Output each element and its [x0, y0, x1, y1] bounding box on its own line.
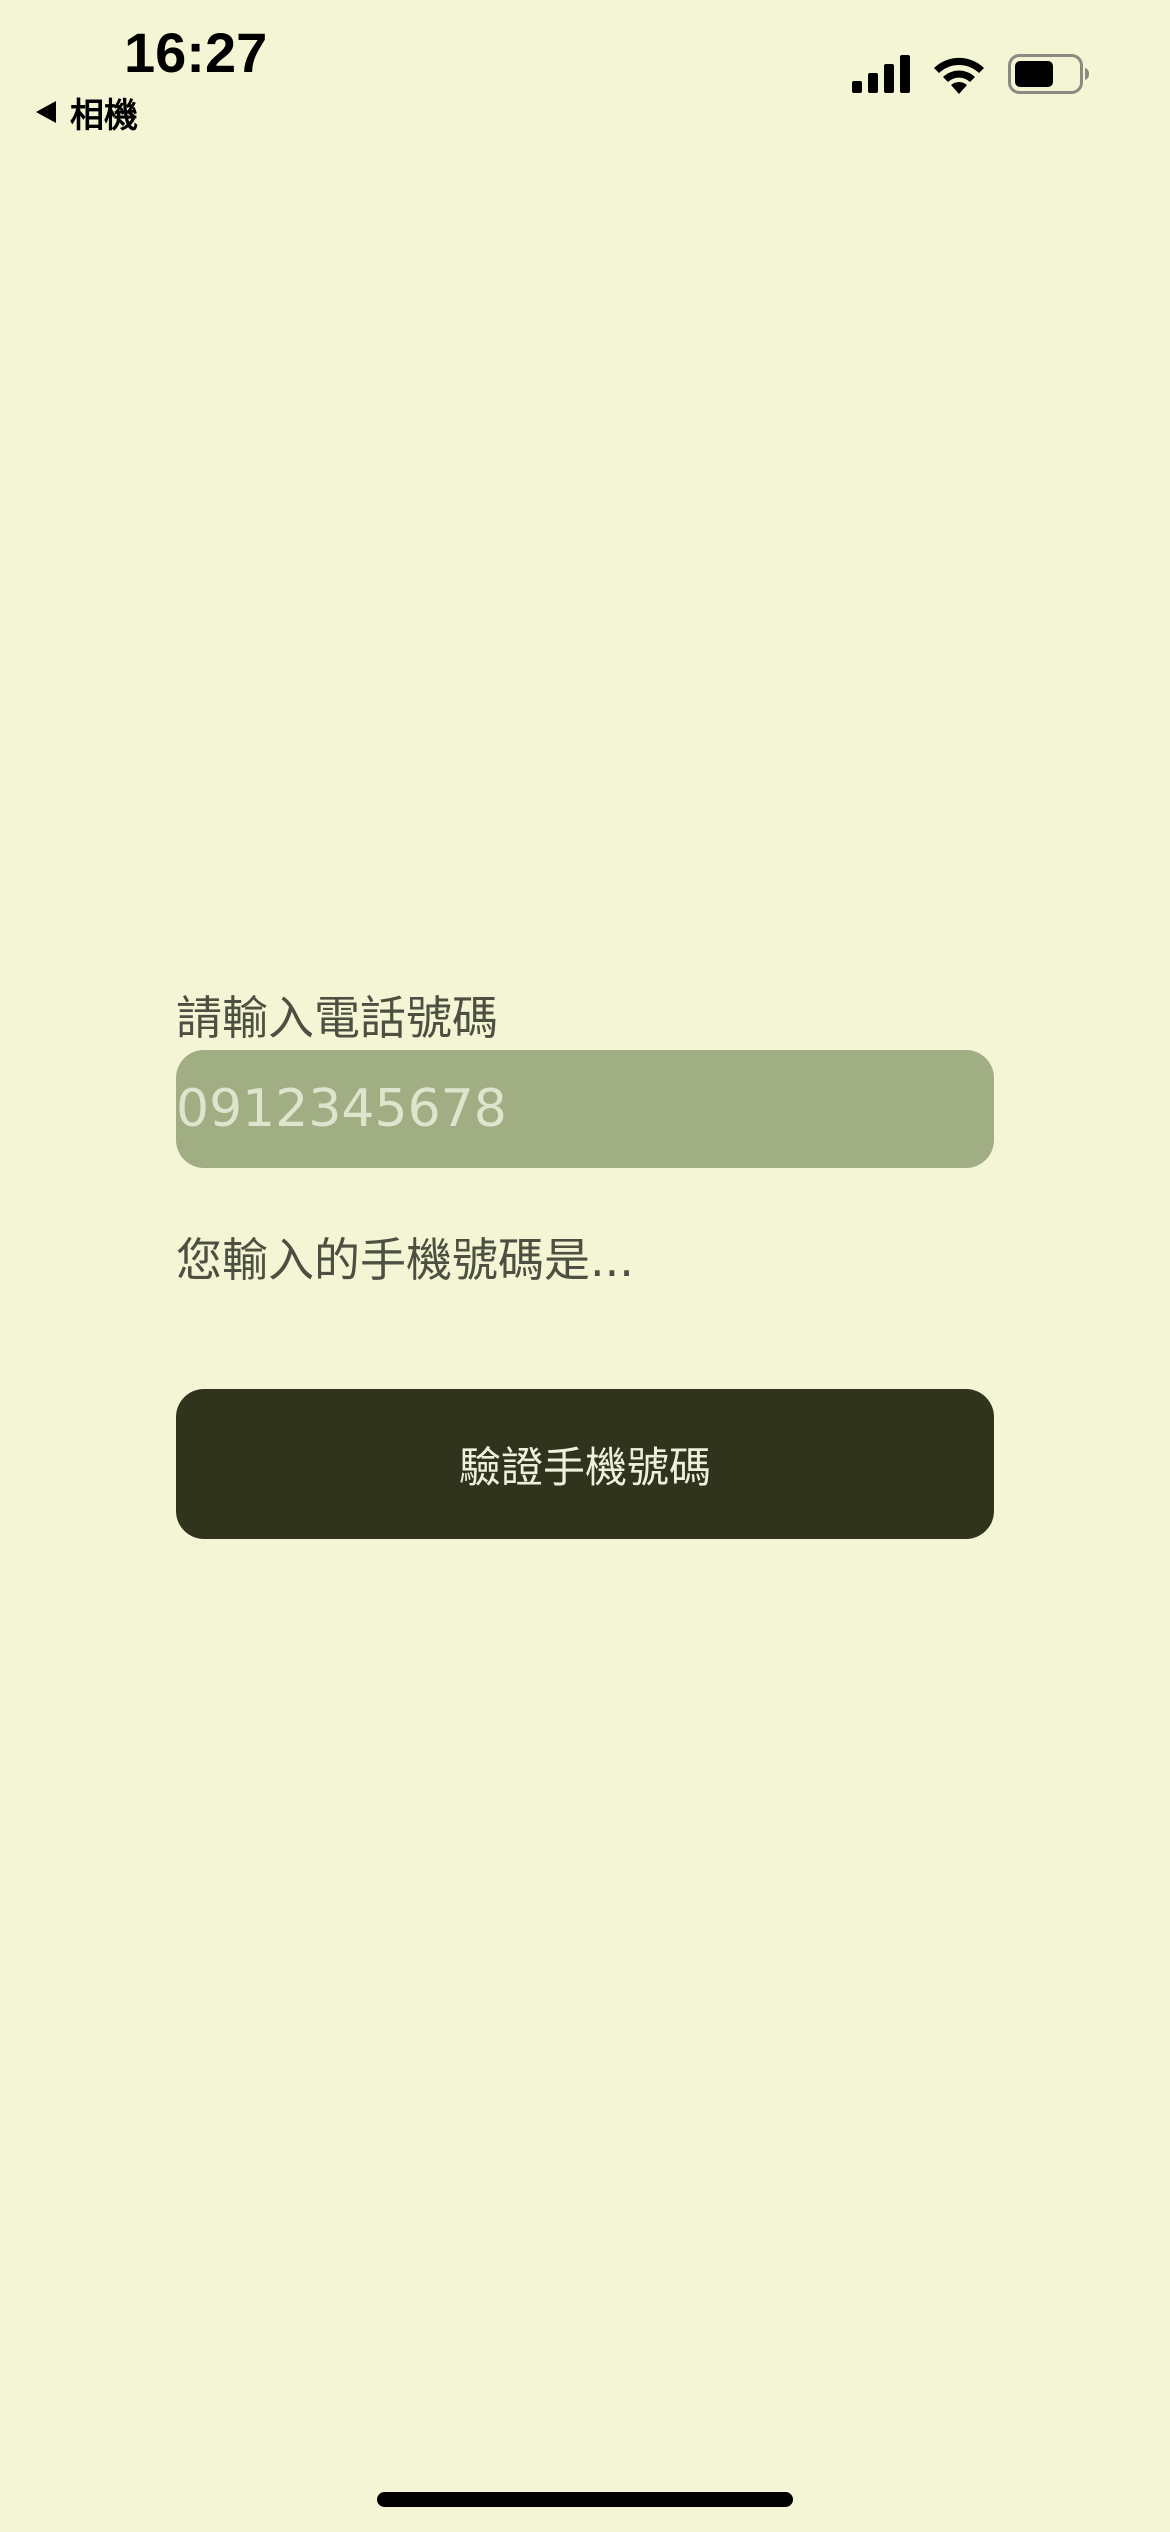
status-icons [852, 54, 1090, 94]
battery-icon [1008, 54, 1089, 94]
home-indicator[interactable] [377, 2492, 793, 2507]
phone-field-label: 請輸入電話號碼 [176, 991, 498, 1045]
status-time: 16:27 [124, 21, 268, 84]
phone-result-text: 您輸入的手機號碼是... [176, 1233, 634, 1287]
phone-number-input[interactable] [176, 1050, 994, 1168]
cellular-signal-icon [852, 55, 910, 93]
verify-phone-button[interactable]: 驗證手機號碼 [176, 1389, 994, 1539]
status-bar: 16:27 相機 [0, 0, 1170, 150]
back-to-app-button[interactable]: 相機 [36, 88, 138, 136]
back-arrow-icon [36, 101, 56, 123]
back-label: 相機 [70, 95, 138, 136]
wifi-icon [934, 57, 984, 94]
